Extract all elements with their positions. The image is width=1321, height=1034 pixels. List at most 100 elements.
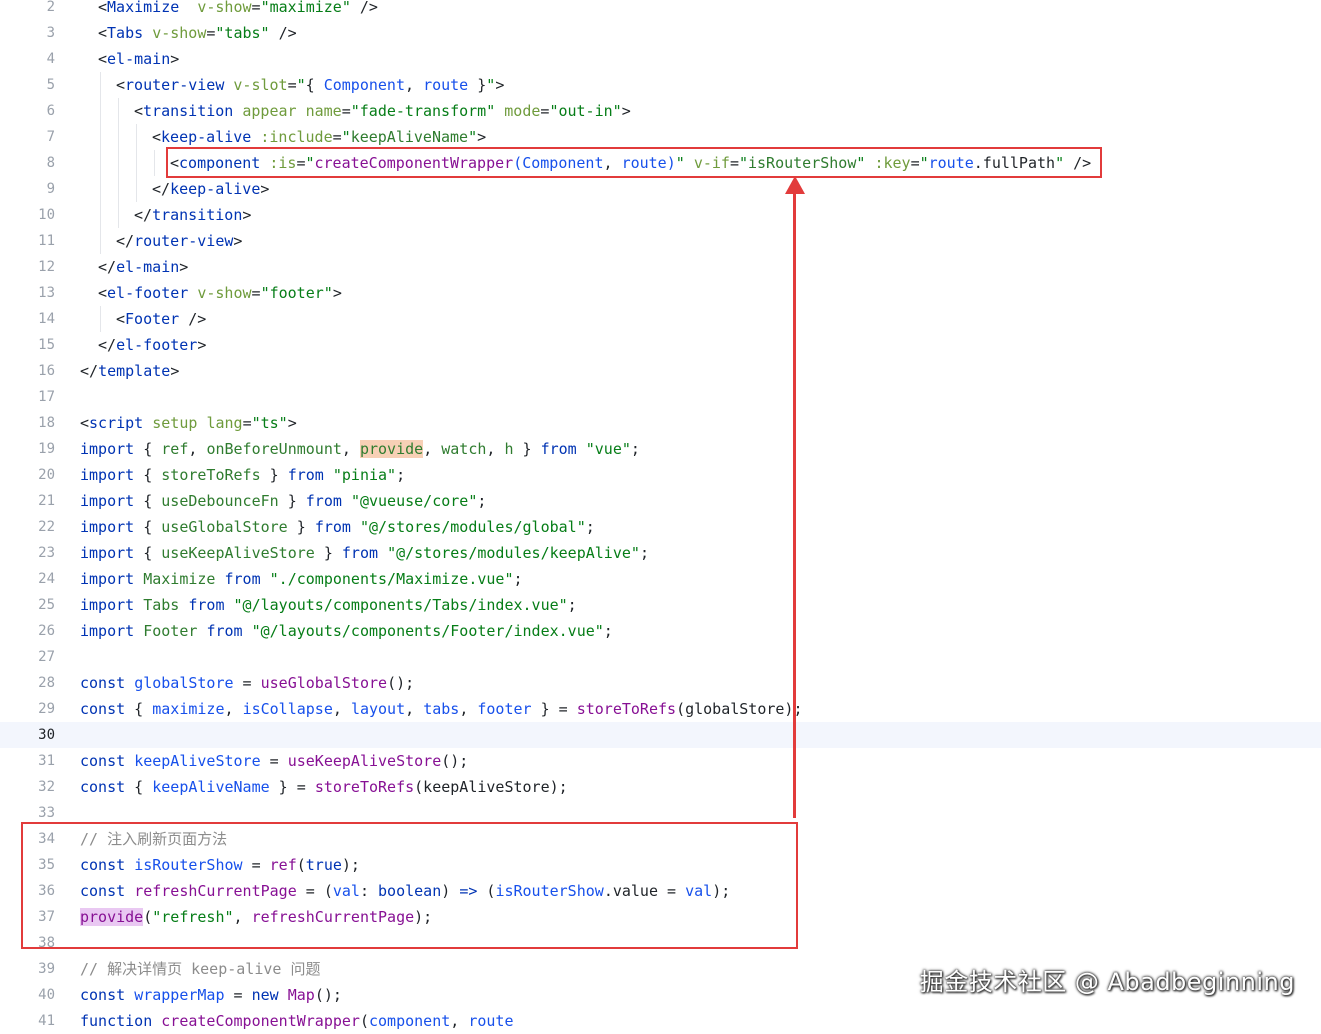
code-text: </keep-alive> [152,180,270,198]
line-number: 4 [46,51,55,67]
line-number: 30 [38,727,55,743]
code-text: </transition> [134,206,252,224]
code-text: import Maximize from "./components/Maxim… [80,570,523,588]
code-text: import { useGlobalStore } from "@/stores… [80,518,595,536]
line-number: 23 [38,545,55,561]
annotation-arrow-head [785,176,805,194]
highlight-box-provide-block [21,822,798,949]
code-text: const { keepAliveName } = storeToRefs(ke… [80,778,568,796]
code-text: </el-footer> [98,336,207,354]
line-number: 12 [38,259,55,275]
code-line[interactable]: 4 <el-main> [0,46,1321,72]
code-text: <Tabs v-show="tabs" /> [98,24,297,42]
code-text: <el-footer v-show="footer"> [98,284,342,302]
code-text: // 解决详情页 keep-alive 问题 [80,960,321,978]
code-text: const wrapperMap = new Map(); [80,986,342,1004]
code-line[interactable]: 24 import Maximize from "./components/Max… [0,566,1321,592]
code-line[interactable]: 32 const { keepAliveName } = storeToRefs(… [0,774,1321,800]
indent-guide [154,150,155,176]
line-number: 19 [38,441,55,457]
line-number: 2 [46,0,55,15]
line-number: 20 [38,467,55,483]
indent-guide [118,98,119,228]
code-line[interactable]: 20 import { storeToRefs } from "pinia"; [0,462,1321,488]
code-line[interactable]: 12 </el-main> [0,254,1321,280]
indent-guide [100,72,101,254]
code-line[interactable]: 23 import { useKeepAliveStore } from "@/s… [0,540,1321,566]
line-number: 6 [46,103,55,119]
code-line[interactable]: 19 import { ref, onBeforeUnmount, provide… [0,436,1321,462]
code-line[interactable]: 3 <Tabs v-show="tabs" /> [0,20,1321,46]
code-line[interactable]: 21 import { useDebounceFn } from "@vueuse… [0,488,1321,514]
code-line[interactable]: 13 <el-footer v-show="footer"> [0,280,1321,306]
line-number: 13 [38,285,55,301]
line-number: 39 [38,961,55,977]
code-line[interactable]: 15 </el-footer> [0,332,1321,358]
code-line[interactable]: 5 <router-view v-slot="{ Component, route… [0,72,1321,98]
indent-guide [136,124,137,202]
code-line[interactable]: 27 [0,644,1321,670]
line-number: 25 [38,597,55,613]
line-number: 28 [38,675,55,691]
code-text: function createComponentWrapper(componen… [80,1012,514,1030]
code-text: const globalStore = useGlobalStore(); [80,674,415,692]
code-text: <script setup lang="ts"> [80,414,297,432]
code-line[interactable]: 14 <Footer /> [0,306,1321,332]
code-line[interactable]: 26 import Footer from "@/layouts/componen… [0,618,1321,644]
code-line[interactable]: 30 [0,722,1321,748]
line-number: 8 [46,155,55,171]
line-number: 22 [38,519,55,535]
line-number: 11 [38,233,55,249]
code-text: const { maximize, isCollapse, layout, ta… [80,700,803,718]
line-number: 18 [38,415,55,431]
code-line[interactable]: 22 import { useGlobalStore } from "@/stor… [0,514,1321,540]
code-text: <Footer /> [116,310,207,328]
code-line[interactable]: 41 function createComponentWrapper(compon… [0,1008,1321,1034]
code-text: import { ref, onBeforeUnmount, provide, … [80,440,640,458]
code-text: <el-main> [98,50,180,68]
code-line[interactable]: 25 import Tabs from "@/layouts/components… [0,592,1321,618]
code-text: import { useKeepAliveStore } from "@/sto… [80,544,649,562]
line-number: 3 [46,25,55,41]
code-line[interactable]: 16 </template> [0,358,1321,384]
line-number: 17 [38,389,55,405]
indent-guide [100,306,101,332]
code-text: </template> [80,362,180,380]
annotation-arrow-shaft [793,190,796,818]
code-line[interactable]: 31 const keepAliveStore = useKeepAliveSto… [0,748,1321,774]
code-text: import Tabs from "@/layouts/components/T… [80,596,577,614]
line-number: 27 [38,649,55,665]
code-text: </router-view> [116,232,243,250]
code-line[interactable]: 29 const { maximize, isCollapse, layout, … [0,696,1321,722]
code-line[interactable]: 17 [0,384,1321,410]
code-text: <transition appear name="fade-transform"… [134,102,631,120]
line-number: 31 [38,753,55,769]
code-text: import Footer from "@/layouts/components… [80,622,613,640]
line-number: 16 [38,363,55,379]
code-text: import { useDebounceFn } from "@vueuse/c… [80,492,487,510]
code-line[interactable]: 9 </keep-alive> [0,176,1321,202]
code-line[interactable]: 2 <Maximize v-show="maximize" /> [0,0,1321,20]
code-line[interactable]: 28 const globalStore = useGlobalStore(); [0,670,1321,696]
line-number: 7 [46,129,55,145]
line-number: 10 [38,207,55,223]
code-text: const keepAliveStore = useKeepAliveStore… [80,752,469,770]
line-number: 21 [38,493,55,509]
code-text: </el-main> [98,258,189,276]
line-number: 40 [38,987,55,1003]
line-number: 15 [38,337,55,353]
code-text: import { storeToRefs } from "pinia"; [80,466,406,484]
highlight-box-component-line [166,147,1102,178]
line-number: 9 [46,181,55,197]
line-number: 29 [38,701,55,717]
code-line[interactable]: 18 <script setup lang="ts"> [0,410,1321,436]
line-number: 14 [38,311,55,327]
code-text: <router-view v-slot="{ Component, route … [116,76,505,94]
line-number: 26 [38,623,55,639]
line-number: 24 [38,571,55,587]
line-number: 5 [46,77,55,93]
code-text: <Maximize v-show="maximize" /> [98,0,378,16]
code-line[interactable]: 6 <transition appear name="fade-transform… [0,98,1321,124]
code-line[interactable]: 10 </transition> [0,202,1321,228]
code-line[interactable]: 11 </router-view> [0,228,1321,254]
